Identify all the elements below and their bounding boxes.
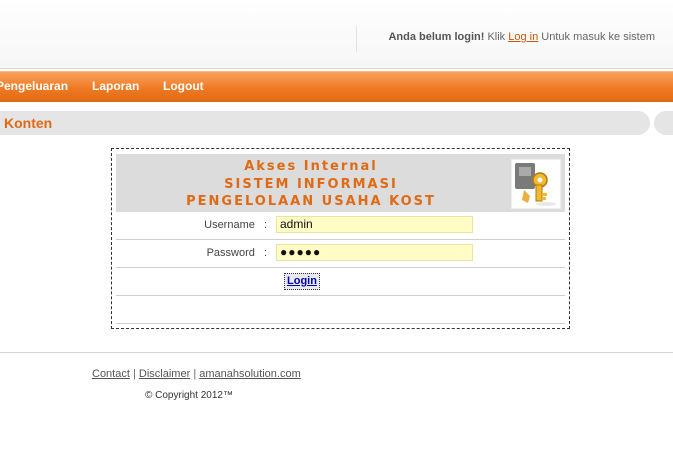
top-header: Anda belum login! Klik Log in Untuk masu… — [0, 0, 673, 69]
empty-row — [116, 296, 565, 324]
password-label-text: Password — [206, 247, 255, 259]
password-input[interactable]: ●●●●● — [276, 244, 473, 261]
content-title-bar — [0, 111, 650, 135]
login-form: Akses Internal SISTEM INFORMASI PENGELOL… — [111, 148, 570, 329]
username-label-text: Username — [204, 219, 255, 231]
nav-item-laporan[interactable]: Laporan — [92, 79, 139, 93]
login-link[interactable]: Log in — [508, 31, 538, 43]
header-divider — [356, 26, 357, 52]
username-label: Username : — [204, 219, 267, 231]
footer-link-disclaimer[interactable]: Disclaimer — [139, 368, 190, 380]
login-status-bold: Anda belum login! — [388, 31, 485, 43]
username-input[interactable]: admin — [276, 216, 473, 233]
footer-links: Contact | Disclaimer | amanahsolution.co… — [92, 368, 301, 380]
footer-divider — [0, 352, 673, 353]
footer-link-amanahsolution[interactable]: amanahsolution.com — [199, 368, 301, 380]
login-button[interactable]: Login — [284, 273, 320, 290]
login-header-line3: PENGELOLAAN USAHA KOST — [186, 194, 436, 209]
nav-item-pengeluaran[interactable]: Pengeluaran — [0, 79, 68, 93]
footer-separator: | — [193, 368, 197, 380]
login-header: Akses Internal SISTEM INFORMASI PENGELOL… — [116, 154, 565, 212]
username-row: Username : admin — [116, 212, 565, 240]
content-bar-right — [654, 111, 673, 135]
main-nav: Pengeluaran Laporan Logout — [0, 71, 673, 102]
login-header-line2: SISTEM INFORMASI — [224, 177, 398, 192]
content-title: Konten — [4, 115, 53, 131]
username-separator: : — [263, 219, 267, 231]
footer-link-contact[interactable]: Contact — [92, 368, 130, 380]
copyright: © Copyright 2012™ — [145, 390, 233, 401]
login-status: Anda belum login! Klik Log in Untuk masu… — [388, 31, 655, 43]
nav-item-logout[interactable]: Logout — [163, 79, 204, 93]
keys-icon — [511, 159, 561, 209]
button-row: Login — [116, 268, 565, 296]
footer-separator: | — [132, 368, 136, 380]
login-status-prefix: Klik — [487, 31, 506, 43]
login-header-line1: Akses Internal — [244, 159, 378, 174]
password-separator: : — [263, 247, 267, 259]
password-row: Password : ●●●●● — [116, 240, 565, 268]
password-label: Password : — [207, 247, 267, 259]
login-status-suffix: Untuk masuk ke sistem — [541, 31, 655, 43]
